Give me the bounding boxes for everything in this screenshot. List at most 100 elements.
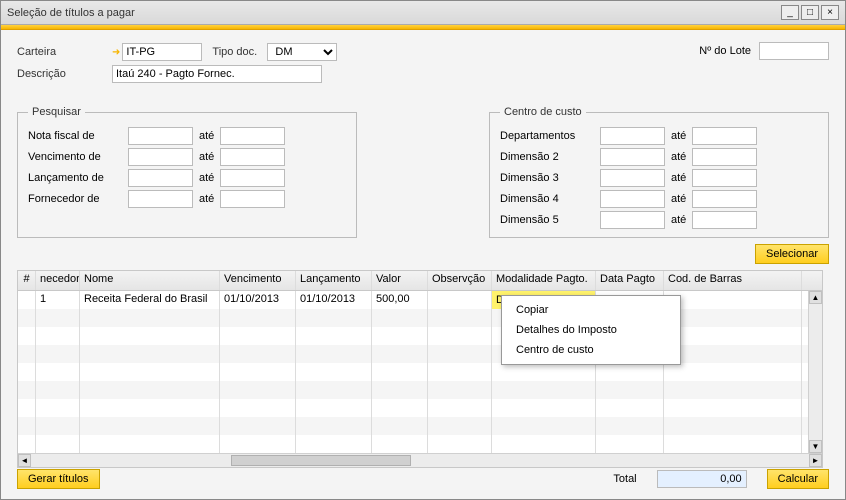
dim3-de-input[interactable] (600, 169, 665, 187)
col-num[interactable]: # (18, 271, 36, 290)
cell-valor: 500,00 (372, 291, 428, 309)
table-row[interactable] (18, 381, 822, 399)
cell-nome: Receita Federal do Brasil (80, 291, 220, 309)
ate-label: até (199, 172, 214, 184)
menu-detalhes-imposto[interactable]: Detalhes do Imposto (502, 320, 680, 340)
maximize-button[interactable]: □ (801, 5, 819, 20)
carteira-label: Carteira (17, 46, 112, 58)
pesq-row-label: Vencimento de (28, 151, 128, 163)
dim2-de-input[interactable] (600, 148, 665, 166)
total-value (657, 470, 747, 488)
ate-label: até (671, 172, 686, 184)
cell-num (18, 291, 36, 309)
cc-row-label: Dimensão 4 (500, 193, 600, 205)
table-row[interactable] (18, 363, 822, 381)
ate-label: até (671, 130, 686, 142)
context-menu: Copiar Detalhes do Imposto Centro de cus… (501, 295, 681, 365)
calcular-button[interactable]: Calcular (767, 469, 829, 489)
scroll-down-icon[interactable]: ▼ (809, 440, 822, 453)
pesquisar-fieldset: Pesquisar Nota fiscal de até Vencimento d… (17, 106, 357, 238)
vertical-scrollbar[interactable]: ▲ ▼ (808, 291, 822, 453)
dim4-ate-input[interactable] (692, 190, 757, 208)
cc-row-label: Dimensão 2 (500, 151, 600, 163)
ate-label: até (671, 214, 686, 226)
col-valor[interactable]: Valor (372, 271, 428, 290)
nota-fiscal-de-input[interactable] (128, 127, 193, 145)
departamentos-ate-input[interactable] (692, 127, 757, 145)
window: Seleção de títulos a pagar _ □ × Carteir… (0, 0, 846, 500)
cc-row-label: Dimensão 5 (500, 214, 600, 226)
col-necedor[interactable]: necedor (36, 271, 80, 290)
grid-header: # necedor Nome Vencimento Lançamento Val… (18, 271, 822, 291)
horizontal-scrollbar[interactable]: ◄ ► (18, 453, 822, 467)
dim3-ate-input[interactable] (692, 169, 757, 187)
lancamento-de-input[interactable] (128, 169, 193, 187)
ate-label: até (199, 130, 214, 142)
descricao-input[interactable] (112, 65, 322, 83)
nota-fiscal-ate-input[interactable] (220, 127, 285, 145)
lote-input[interactable] (759, 42, 829, 60)
lancamento-ate-input[interactable] (220, 169, 285, 187)
ate-label: até (671, 151, 686, 163)
cell-necedor: 1 (36, 291, 80, 309)
cc-row-label: Dimensão 3 (500, 172, 600, 184)
table-row[interactable] (18, 399, 822, 417)
col-modalidade[interactable]: Modalidade Pagto. (492, 271, 596, 290)
ate-label: até (199, 193, 214, 205)
menu-centro-custo[interactable]: Centro de custo (502, 340, 680, 360)
close-button[interactable]: × (821, 5, 839, 20)
window-title: Seleção de títulos a pagar (7, 7, 781, 19)
selecionar-button[interactable]: Selecionar (755, 244, 829, 264)
table-row[interactable] (18, 345, 822, 363)
table-row[interactable]: 1 Receita Federal do Brasil 01/10/2013 0… (18, 291, 822, 309)
scroll-up-icon[interactable]: ▲ (809, 291, 822, 304)
pesq-row-label: Fornecedor de (28, 193, 128, 205)
grid: # necedor Nome Vencimento Lançamento Val… (17, 270, 823, 468)
carteira-input[interactable] (122, 43, 202, 61)
col-data-pagto[interactable]: Data Pagto (596, 271, 664, 290)
arrow-icon: ➜ (112, 47, 120, 58)
fornecedor-ate-input[interactable] (220, 190, 285, 208)
vencimento-de-input[interactable] (128, 148, 193, 166)
minimize-button[interactable]: _ (781, 5, 799, 20)
gerar-titulos-button[interactable]: Gerar títulos (17, 469, 100, 489)
menu-copiar[interactable]: Copiar (502, 300, 680, 320)
dim2-ate-input[interactable] (692, 148, 757, 166)
cell-bar (664, 291, 802, 309)
tipodoc-label: Tipo doc. (212, 46, 267, 58)
scroll-left-icon[interactable]: ◄ (18, 454, 31, 467)
pesq-row-label: Lançamento de (28, 172, 128, 184)
centro-legend: Centro de custo (500, 106, 586, 118)
col-observacao[interactable]: Observção (428, 271, 492, 290)
descricao-label: Descrição (17, 68, 112, 80)
tipodoc-select[interactable]: DM (267, 43, 337, 61)
table-row[interactable] (18, 417, 822, 435)
vencimento-ate-input[interactable] (220, 148, 285, 166)
centro-custo-fieldset: Centro de custo Departamentos até Dimensã… (489, 106, 829, 238)
cell-obs (428, 291, 492, 309)
col-vencimento[interactable]: Vencimento (220, 271, 296, 290)
total-label: Total (613, 473, 636, 485)
fornecedor-de-input[interactable] (128, 190, 193, 208)
table-row[interactable] (18, 435, 822, 453)
table-row[interactable] (18, 327, 822, 345)
col-nome[interactable]: Nome (80, 271, 220, 290)
dim5-ate-input[interactable] (692, 211, 757, 229)
lote-label: Nº do Lote (699, 45, 751, 57)
departamentos-de-input[interactable] (600, 127, 665, 145)
ate-label: até (199, 151, 214, 163)
col-lancamento[interactable]: Lançamento (296, 271, 372, 290)
scroll-thumb[interactable] (231, 455, 411, 466)
cell-lanc: 01/10/2013 (296, 291, 372, 309)
cell-venc: 01/10/2013 (220, 291, 296, 309)
col-cod-barras[interactable]: Cod. de Barras (664, 271, 802, 290)
ate-label: até (671, 193, 686, 205)
dim5-de-input[interactable] (600, 211, 665, 229)
cc-row-label: Departamentos (500, 130, 600, 142)
dim4-de-input[interactable] (600, 190, 665, 208)
titlebar: Seleção de títulos a pagar _ □ × (1, 1, 845, 25)
table-row[interactable] (18, 309, 822, 327)
pesquisar-legend: Pesquisar (28, 106, 85, 118)
scroll-right-icon[interactable]: ► (809, 454, 822, 467)
pesq-row-label: Nota fiscal de (28, 130, 128, 142)
